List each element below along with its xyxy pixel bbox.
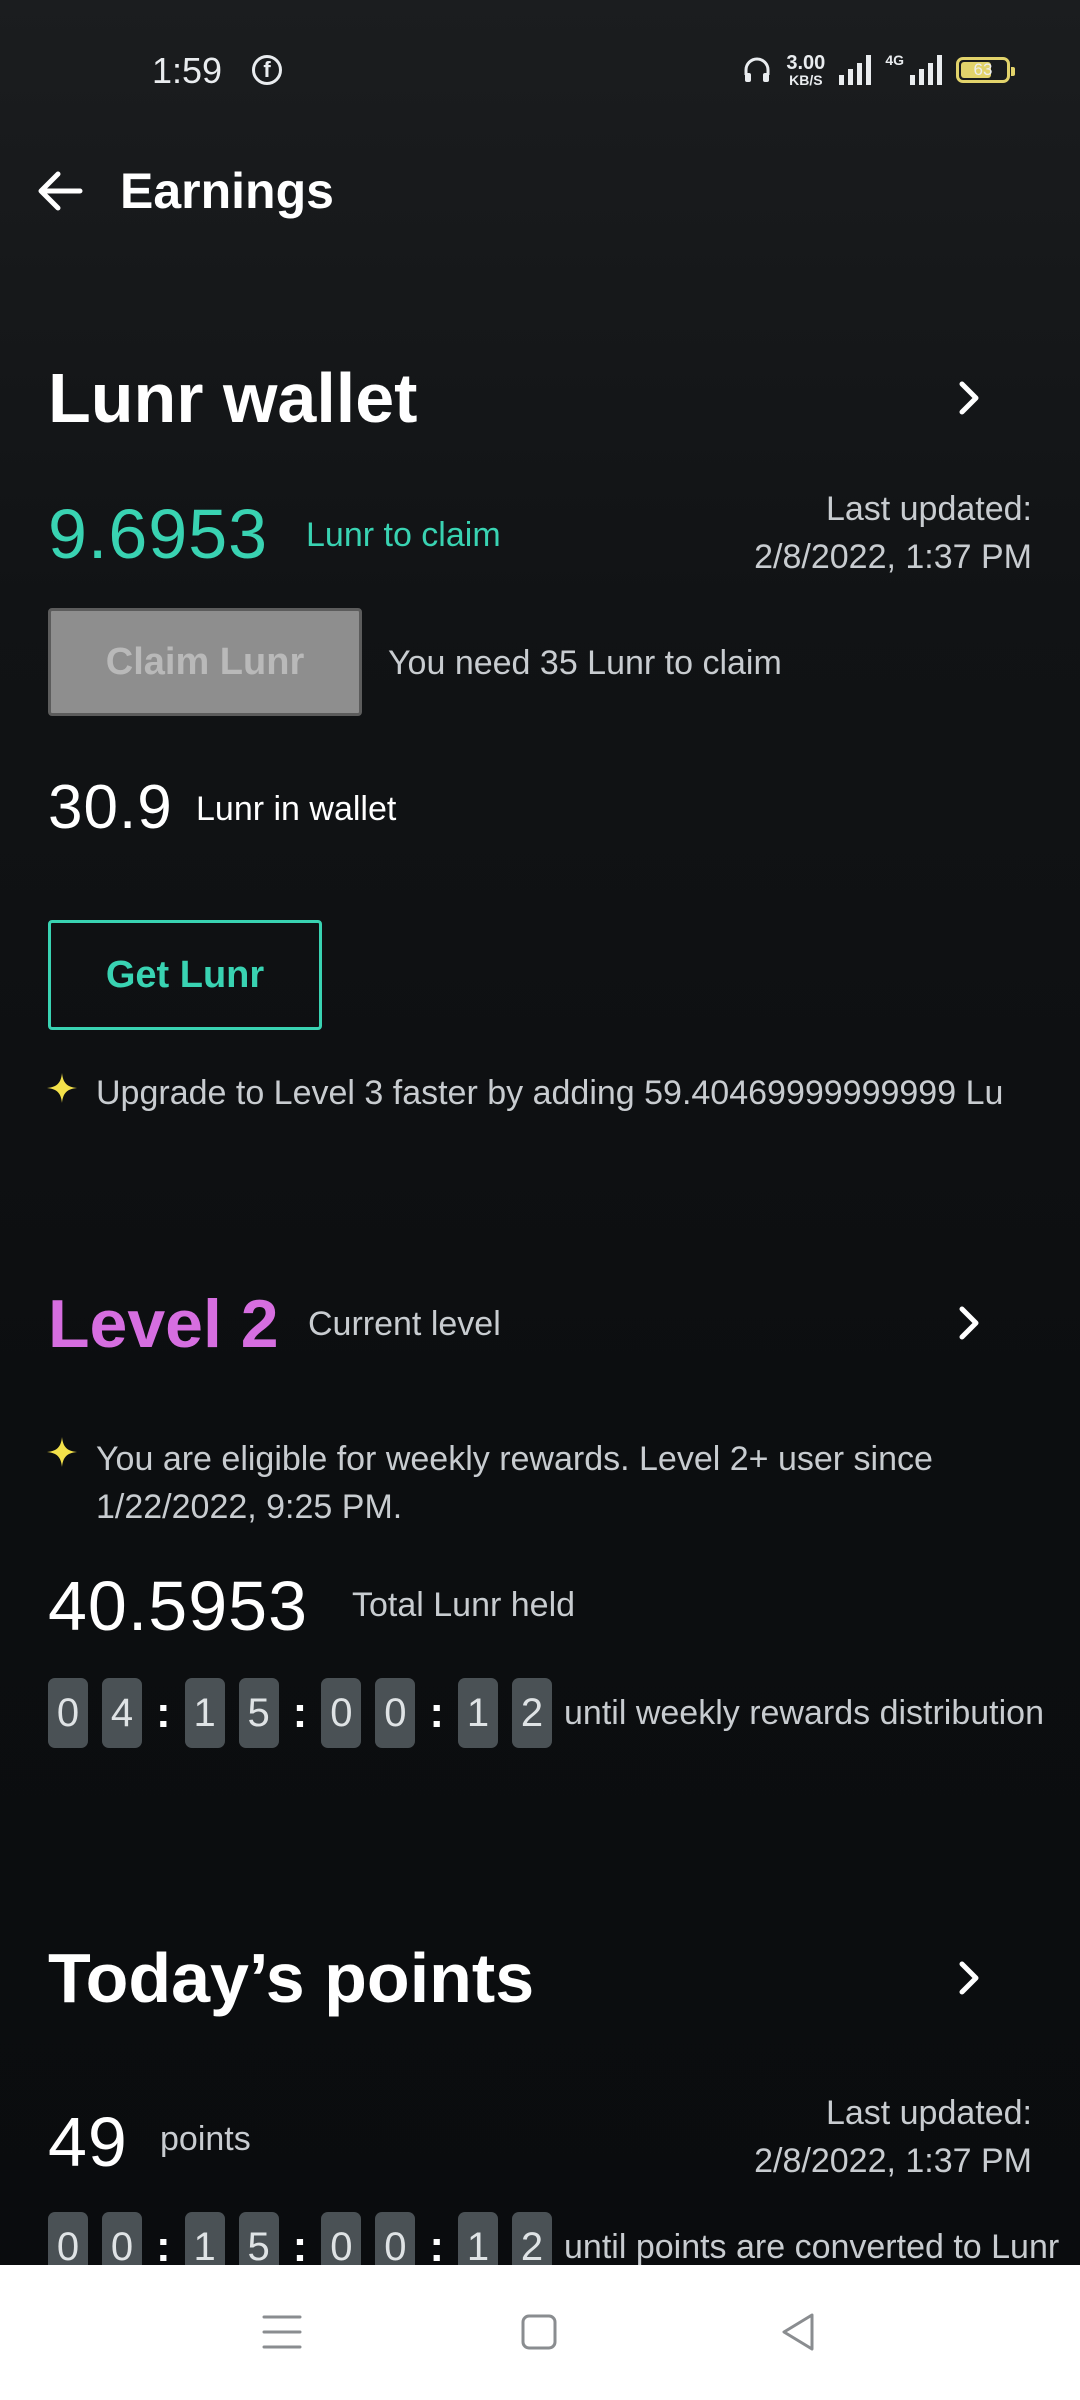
- status-icons: 3.00 KB/S 4G 63: [742, 48, 1015, 92]
- points-title[interactable]: Today’s points: [48, 1938, 534, 2018]
- net-speed: 3.00 KB/S: [786, 53, 825, 87]
- level-tip-line1: You are eligible for weekly rewards. Lev…: [96, 1440, 933, 1478]
- weekly-countdown: 0 4 : 1 5 : 0 0 : 1 2: [48, 1678, 566, 1748]
- headphone-icon: [744, 57, 770, 82]
- claimable-label: Lunr to claim: [306, 516, 501, 554]
- upgrade-tip: Upgrade to Level 3 faster by adding 59.4…: [96, 1074, 1004, 1112]
- battery-level: 63: [973, 60, 993, 79]
- total-lunr-label: Total Lunr held: [352, 1586, 576, 1624]
- level-tip-line2: 1/22/2022, 9:25 PM.: [96, 1488, 403, 1526]
- countdown-digit: 1: [457, 1678, 498, 1748]
- net-speed-value: 3.00: [786, 52, 826, 74]
- points-label: points: [160, 2120, 251, 2158]
- home-icon[interactable]: [520, 2313, 558, 2351]
- battery-icon: 63: [956, 57, 1015, 83]
- countdown-digit: 1: [184, 1678, 225, 1748]
- claim-hint: You need 35 Lunr to claim: [388, 644, 782, 682]
- signal-icon-2: [910, 55, 942, 85]
- wallet-last-updated-label: Last updated:: [825, 490, 1032, 528]
- level-title[interactable]: Level 2: [48, 1285, 279, 1363]
- level-chevron-right-icon[interactable]: [950, 1303, 990, 1343]
- points-chevron-right-icon[interactable]: [950, 1958, 990, 1998]
- points-last-updated-value: 2/8/2022, 1:37 PM: [754, 2142, 1032, 2180]
- get-lunr-button[interactable]: Get Lunr: [48, 920, 322, 1030]
- countdown-separator: :: [429, 1688, 444, 1737]
- countdown-separator: :: [292, 1688, 308, 1737]
- claim-lunr-button[interactable]: Claim Lunr: [48, 608, 362, 716]
- points-countdown-label: until points are converted to Lunr: [564, 2228, 1060, 2266]
- back-triangle-icon[interactable]: [778, 2311, 818, 2353]
- sparkle-icon: [47, 1073, 77, 1103]
- net-speed-unit: KB/S: [789, 72, 823, 88]
- wallet-last-updated-value: 2/8/2022, 1:37 PM: [754, 538, 1032, 576]
- status-time: 1:59: [152, 50, 223, 91]
- menu-icon[interactable]: [262, 2313, 302, 2351]
- back-arrow-icon[interactable]: [34, 165, 86, 217]
- points-amount: 49: [48, 2103, 128, 2181]
- page-title: Earnings: [120, 163, 334, 219]
- wallet-chevron-right-icon[interactable]: [950, 378, 990, 418]
- total-lunr-amount: 40.5953: [48, 1567, 309, 1645]
- level-subtitle: Current level: [308, 1305, 501, 1343]
- weekly-countdown-label: until weekly rewards distribution: [564, 1694, 1044, 1732]
- wallet-title[interactable]: Lunr wallet: [48, 358, 417, 438]
- countdown-separator: :: [156, 1688, 171, 1737]
- countdown-digit: 5: [238, 1678, 279, 1748]
- sparkle-icon: [47, 1437, 77, 1467]
- countdown-digit: 4: [102, 1678, 142, 1748]
- wallet-label: Lunr in wallet: [196, 790, 397, 828]
- countdown-digit: 2: [511, 1678, 552, 1748]
- system-nav-bar: [0, 2265, 1080, 2400]
- network-type: 4G: [885, 52, 904, 68]
- facebook-notification-icon: f: [252, 55, 282, 85]
- countdown-digit: 0: [375, 1678, 416, 1748]
- signal-icon: [839, 55, 872, 85]
- claimable-amount: 9.6953: [48, 495, 269, 573]
- countdown-digit: 0: [48, 1678, 88, 1748]
- countdown-digit: 0: [321, 1678, 362, 1748]
- wallet-amount: 30.9: [48, 773, 173, 842]
- points-last-updated-label: Last updated:: [825, 2094, 1032, 2132]
